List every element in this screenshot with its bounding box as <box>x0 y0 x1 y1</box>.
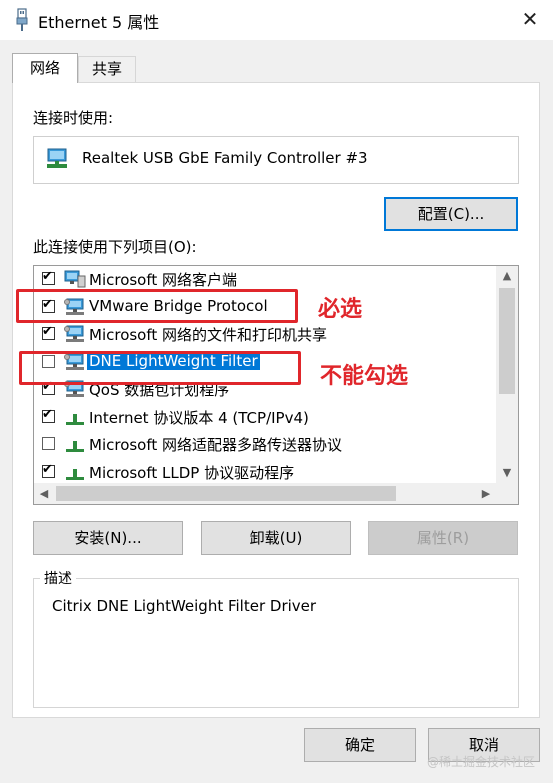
horizontal-scrollbar[interactable]: ◀ ▶ <box>34 483 496 504</box>
items-label: 此连接使用下列项目(O): <box>33 238 197 256</box>
configure-button[interactable]: 配置(C)... <box>384 197 518 231</box>
list-item-label: Microsoft LLDP 协议驱动程序 <box>89 463 295 482</box>
protocol-icon <box>64 463 86 485</box>
list-item[interactable]: ✔ Internet 协议版本 4 (TCP/IPv4) <box>34 405 496 432</box>
protocol-icon <box>64 408 86 430</box>
description-legend: 描述 <box>40 568 76 588</box>
network-adapter-icon <box>47 148 67 168</box>
close-button[interactable]: ✕ <box>507 0 553 40</box>
network-service-icon <box>64 325 86 347</box>
scroll-left-icon[interactable]: ◀ <box>34 483 54 504</box>
description-text: Citrix DNE LightWeight Filter Driver <box>52 597 317 615</box>
annotation-box-not-checkable <box>19 351 301 385</box>
checkmark-icon: ✔ <box>42 324 53 339</box>
checkbox-checked[interactable]: ✔ <box>42 269 55 285</box>
scroll-right-icon[interactable]: ▶ <box>476 483 496 504</box>
checkbox-checked[interactable]: ✔ <box>42 461 55 478</box>
list-item-label: Microsoft 网络适配器多路传送器协议 <box>89 436 343 454</box>
list-item[interactable]: Microsoft 网络适配器多路传送器协议 <box>34 432 496 459</box>
install-button[interactable]: 安装(N)... <box>33 521 183 555</box>
connect-using-label: 连接时使用: <box>33 109 114 127</box>
window-title: Ethernet 5 属性 <box>38 13 160 32</box>
list-item-label: Microsoft 网络客户端 <box>89 271 238 289</box>
adapter-field: Realtek USB GbE Family Controller #3 <box>33 136 519 184</box>
network-adapter-icon <box>16 8 28 31</box>
ok-button[interactable]: 确定 <box>304 728 416 762</box>
list-item-label: Microsoft 网络的文件和打印机共享 <box>89 326 328 344</box>
annotation-required: 必选 <box>318 297 363 322</box>
checkbox-checked[interactable]: ✔ <box>42 324 55 340</box>
scroll-thumb-horizontal[interactable] <box>56 486 396 501</box>
checkbox-unchecked[interactable] <box>42 437 55 450</box>
tab-network[interactable]: 网络 <box>12 53 78 83</box>
close-icon: ✕ <box>521 7 539 31</box>
scroll-down-icon[interactable]: ▼ <box>496 463 518 483</box>
annotation-box-required <box>16 289 298 323</box>
scroll-up-icon[interactable]: ▲ <box>496 266 518 286</box>
properties-button[interactable]: 属性(R) <box>368 521 518 555</box>
protocol-icon <box>64 435 86 457</box>
checkbox-checked[interactable]: ✔ <box>42 406 55 423</box>
scroll-corner <box>496 483 518 504</box>
checkmark-icon: ✔ <box>42 269 53 284</box>
uninstall-button[interactable]: 卸载(U) <box>201 521 351 555</box>
watermark: @稀土掘金技术社区 <box>427 755 536 769</box>
title-bar: Ethernet 5 属性 ✕ <box>0 0 553 40</box>
list-item[interactable]: ✔ Microsoft 网络的文件和打印机共享 <box>34 322 496 349</box>
vertical-scrollbar[interactable]: ▲ ▼ <box>496 266 518 483</box>
checkmark-icon: ✔ <box>42 461 53 477</box>
scroll-thumb[interactable] <box>499 288 515 394</box>
list-item-label: Internet 协议版本 4 (TCP/IPv4) <box>89 408 309 427</box>
adapter-name: Realtek USB GbE Family Controller #3 <box>82 149 368 167</box>
checkmark-icon: ✔ <box>42 406 53 422</box>
annotation-not-checkable: 不能勾选 <box>320 364 409 389</box>
tab-sharing[interactable]: 共享 <box>78 56 136 83</box>
